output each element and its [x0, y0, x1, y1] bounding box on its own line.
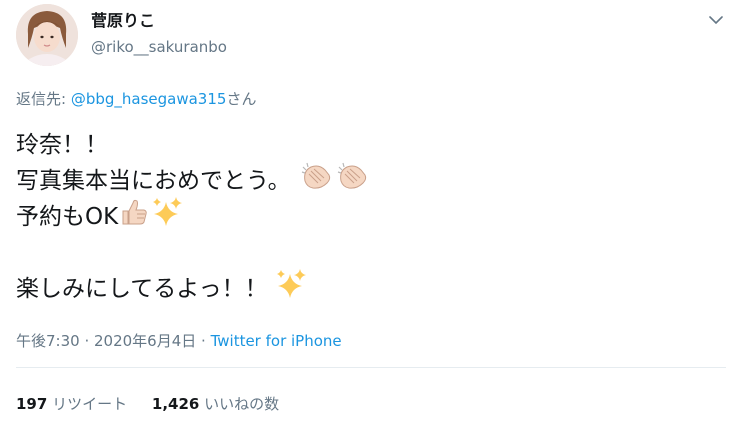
meta-separator: ·: [196, 332, 211, 350]
divider: [16, 367, 726, 368]
avatar[interactable]: [16, 4, 78, 66]
thumbs-up-icon: [120, 197, 148, 238]
reply-to-prefix: 返信先:: [16, 90, 71, 108]
tweet-line: 写真集本当におめでとう。: [16, 161, 371, 202]
reply-to-suffix: さん: [226, 90, 257, 108]
sparkles-icon: [274, 268, 308, 311]
retweets-stat[interactable]: 197 リツイート: [16, 393, 127, 415]
tweet-line: 楽しみにしてるよっ！！: [16, 268, 371, 307]
tweet-line-text: 玲奈！！: [16, 132, 108, 158]
reply-mention-link[interactable]: @bbg_hasegawa315: [71, 90, 227, 108]
retweets-count: 197: [16, 395, 48, 413]
tweet-line: 玲奈！！: [16, 127, 371, 163]
likes-count: 1,426: [151, 395, 200, 413]
clapping-hands-icon: [337, 161, 371, 202]
reply-to-line: 返信先: @bbg_hasegawa315さん: [16, 89, 256, 109]
likes-label: いいねの数: [204, 395, 280, 413]
tweet-line: 予約もOK: [16, 196, 371, 238]
tweet-line-text: 写真集本当におめでとう。: [16, 168, 291, 194]
likes-stat[interactable]: 1,426 いいねの数: [152, 393, 279, 415]
tweet-time[interactable]: 午後7:30: [16, 332, 80, 350]
tweet-line-text: 楽しみにしてるよっ！！: [16, 276, 268, 302]
display-name[interactable]: 菅原りこ: [91, 10, 155, 32]
sparkles-icon: [150, 196, 184, 239]
chevron-down-icon[interactable]: [704, 8, 728, 32]
tweet-date[interactable]: 2020年6月4日: [94, 332, 196, 350]
tweet-text: 玲奈！！ 写真集本当におめでとう。 予約もOK 楽しみにしてるよっ！！: [16, 127, 371, 307]
tweet-line: [16, 235, 371, 271]
source-link[interactable]: Twitter for iPhone: [211, 332, 342, 350]
meta-separator: ·: [79, 332, 94, 350]
tweet-detail: 菅原りこ @riko__sakuranbo 返信先: @bbg_hasegawa…: [0, 0, 738, 431]
retweets-label: リツイート: [52, 395, 128, 413]
tweet-stats: 197 リツイート 1,426 いいねの数: [16, 393, 279, 415]
tweet-line-text: 予約もOK: [16, 204, 119, 230]
clapping-hands-icon: [301, 161, 335, 202]
tweet-metadata: 午後7:30 · 2020年6月4日 · Twitter for iPhone: [16, 330, 342, 352]
user-handle[interactable]: @riko__sakuranbo: [91, 36, 227, 58]
